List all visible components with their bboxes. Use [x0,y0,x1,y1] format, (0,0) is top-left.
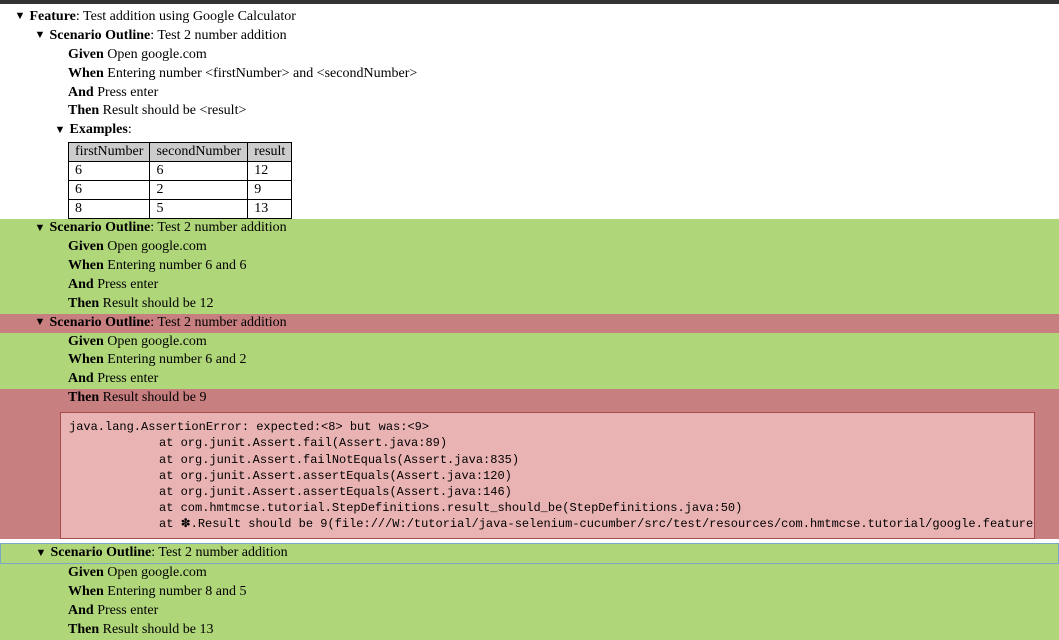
scenario-header[interactable]: ▼ Scenario Outline: Test 2 number additi… [0,543,1059,564]
feature-keyword: Feature [30,9,76,24]
step-and: And Press enter [0,84,1059,103]
error-line: at org.junit.Assert.assertEquals(Assert.… [69,468,1026,484]
error-line: at org.junit.Assert.fail(Assert.java:89) [69,435,1026,451]
table-row[interactable]: 8 5 13 [69,200,292,219]
step-and: And Press enter [0,276,1059,295]
col-result: result [248,143,292,162]
step-and: And Press enter [0,602,1059,621]
feature-header[interactable]: ▼ Feature: Test addition using Google Ca… [0,8,1059,27]
scenario-header[interactable]: ▼ Scenario Outline: Test 2 number additi… [0,219,1059,238]
error-line: at org.junit.Assert.failNotEquals(Assert… [69,452,1026,468]
table-row[interactable]: 6 6 12 [69,162,292,181]
error-line: java.lang.AssertionError: expected:<8> b… [69,420,429,434]
step-given: Given Open google.com [0,238,1059,257]
chevron-down-icon[interactable]: ▼ [34,221,46,236]
chevron-down-icon[interactable]: ▼ [54,123,66,138]
scenario-header[interactable]: ▼ Scenario Outline: Test 2 number additi… [0,314,1059,333]
scenario-result-pass: ▼ Scenario Outline: Test 2 number additi… [0,543,1059,639]
step-given: Given Open google.com [0,564,1059,583]
error-line: at org.junit.Assert.assertEquals(Assert.… [69,484,1026,500]
scenario-outline-keyword: Scenario Outline [50,28,151,43]
step-and: And Press enter [0,370,1059,389]
step-then: Then Result should be 13 [0,621,1059,640]
error-line: at ✽.Result should be 9(file:///W:/tutor… [69,516,1026,532]
error-stacktrace[interactable]: java.lang.AssertionError: expected:<8> b… [60,412,1035,539]
col-secondnumber: secondNumber [150,143,248,162]
step-given: Given Open google.com [0,333,1059,352]
table-row[interactable]: 6 2 9 [69,181,292,200]
chevron-down-icon[interactable]: ▼ [14,9,26,24]
examples-table: firstNumber secondNumber result 6 6 12 6… [68,142,292,219]
step-when: When Entering number <firstNumber> and <… [0,65,1059,84]
error-line: at com.hmtmcse.tutorial.StepDefinitions.… [69,500,1026,516]
scenario-title: Test 2 number addition [157,220,286,235]
scenario-result-fail: ▼ Scenario Outline: Test 2 number additi… [0,314,1059,540]
step-when: When Entering number 6 and 2 [0,351,1059,370]
examples-keyword: Examples [70,122,128,137]
scenario-title: Test 2 number addition [157,315,286,330]
scenario-outline-header[interactable]: ▼ Scenario Outline: Test 2 number additi… [0,27,1059,46]
step-then: Then Result should be 12 [0,295,1059,314]
examples-header[interactable]: ▼ Examples: [0,121,1059,140]
scenario-outline-title: Test 2 number addition [157,28,286,43]
col-firstnumber: firstNumber [69,143,150,162]
chevron-down-icon[interactable]: ▼ [34,315,46,330]
scenario-result-pass: ▼ Scenario Outline: Test 2 number additi… [0,219,1059,313]
chevron-down-icon[interactable]: ▼ [34,28,46,43]
step-then-failed: Then Result should be 9 [0,389,1059,408]
step-given: Given Open google.com [0,46,1059,65]
table-header-row: firstNumber secondNumber result [69,143,292,162]
step-when: When Entering number 8 and 5 [0,583,1059,602]
step-when: When Entering number 6 and 6 [0,257,1059,276]
chevron-down-icon[interactable]: ▼ [35,546,47,561]
scenario-title: Test 2 number addition [158,545,287,560]
step-then: Then Result should be <result> [0,102,1059,121]
feature-title: Test addition using Google Calculator [83,9,296,24]
colon: : [76,9,83,24]
